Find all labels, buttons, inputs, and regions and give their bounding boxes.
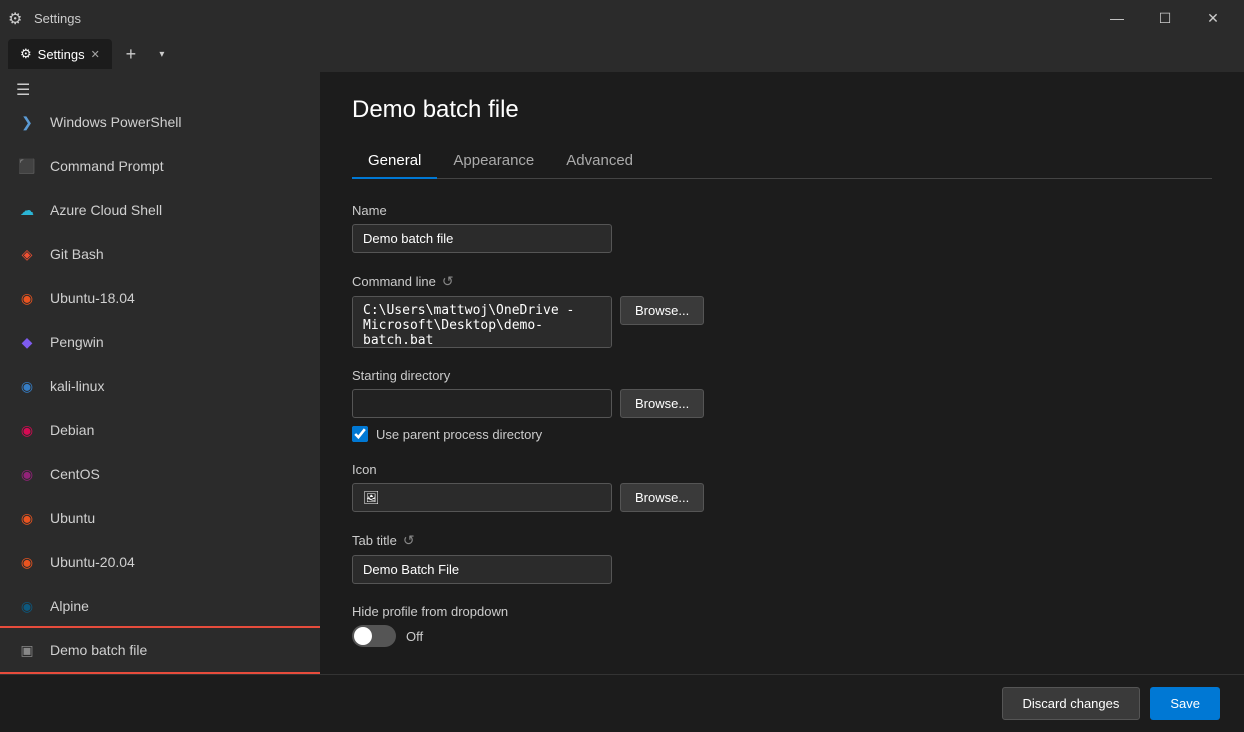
tab-advanced[interactable]: Advanced	[550, 144, 649, 179]
tab-dropdown-button[interactable]: ▾	[150, 39, 174, 69]
hide-profile-group: Hide profile from dropdown Off	[352, 604, 1212, 647]
page-title: Demo batch file	[352, 96, 1212, 124]
sidebar-item-label-ubuntu: Ubuntu	[50, 510, 95, 526]
sidebar-item-powershell[interactable]: ❯ Windows PowerShell	[0, 100, 320, 144]
content-area: Demo batch file General Appearance Advan…	[320, 72, 1244, 674]
demobatch-icon: ▣	[16, 639, 38, 661]
sidebar-item-label-ubuntu20: Ubuntu-20.04	[50, 554, 135, 570]
discard-button[interactable]: Discard changes	[1002, 687, 1141, 720]
tab-general[interactable]: General	[352, 144, 437, 179]
alpine-icon: ◉	[16, 595, 38, 617]
sidebar: ☰ ❯ Windows PowerShell ⬛ Command Prompt ☁ Azu…	[0, 72, 320, 674]
sidebar-item-label-pengwin: Pengwin	[50, 334, 104, 350]
sidebar-item-label-gitbash: Git Bash	[50, 246, 104, 262]
title-bar: ⚙ Settings — ☐ ✕	[0, 0, 1244, 36]
toggle-row: Off	[352, 625, 1212, 647]
name-input[interactable]	[352, 224, 612, 253]
tab-label: Settings	[38, 47, 85, 62]
sidebar-item-label-debian: Debian	[50, 422, 94, 438]
sidebar-item-label-demobatch: Demo batch file	[50, 642, 147, 658]
cmdline-field-group: Command line ↺ C:\Users\mattwoj\OneDrive…	[352, 273, 1212, 348]
sidebar-items: ❯ Windows PowerShell ⬛ Command Prompt ☁ Azure…	[0, 100, 320, 674]
save-button[interactable]: Save	[1150, 687, 1220, 720]
close-button[interactable]: ✕	[1190, 2, 1236, 34]
startdir-input[interactable]	[352, 389, 612, 418]
startdir-label: Starting directory	[352, 368, 1212, 383]
sidebar-item-centos[interactable]: ◉ CentOS	[0, 452, 320, 496]
sidebar-item-ubuntu18[interactable]: ◉ Ubuntu-18.04	[0, 276, 320, 320]
tab-appearance[interactable]: Appearance	[437, 144, 550, 179]
cmd-icon: ⬛	[16, 155, 38, 177]
ubuntu18-icon: ◉	[16, 287, 38, 309]
azure-icon: ☁	[16, 199, 38, 221]
sidebar-item-ubuntu[interactable]: ◉ Ubuntu	[0, 496, 320, 540]
cmdline-input[interactable]: C:\Users\mattwoj\OneDrive - Microsoft\De…	[352, 296, 612, 348]
sidebar-item-gitbash[interactable]: ◈ Git Bash	[0, 232, 320, 276]
use-parent-checkbox[interactable]	[352, 426, 368, 442]
sidebar-item-ubuntu20[interactable]: ◉ Ubuntu-20.04	[0, 540, 320, 584]
ubuntu-icon: ◉	[16, 507, 38, 529]
startdir-browse-button[interactable]: Browse...	[620, 389, 704, 418]
hamburger-button[interactable]: ☰	[0, 80, 320, 100]
title-bar-title: Settings	[34, 11, 1094, 26]
cmdline-row: C:\Users\mattwoj\OneDrive - Microsoft\De…	[352, 296, 1212, 348]
sidebar-item-cmd[interactable]: ⬛ Command Prompt	[0, 144, 320, 188]
use-parent-label: Use parent process directory	[376, 427, 542, 442]
startdir-field-group: Starting directory Browse... Use parent …	[352, 368, 1212, 442]
startdir-row: Browse...	[352, 389, 1212, 418]
toggle-knob	[354, 627, 372, 645]
maximize-button[interactable]: ☐	[1142, 2, 1188, 34]
cmdline-label: Command line ↺	[352, 273, 1212, 290]
sidebar-item-label-cmd: Command Prompt	[50, 158, 164, 174]
name-field-group: Name	[352, 203, 1212, 253]
tabtitle-label: Tab title ↺	[352, 532, 1212, 549]
tab-icon: ⚙	[20, 46, 32, 62]
name-label: Name	[352, 203, 1212, 218]
icon-label: Icon	[352, 462, 1212, 477]
sidebar-item-label-powershell: Windows PowerShell	[50, 114, 182, 130]
title-bar-controls: — ☐ ✕	[1094, 2, 1236, 34]
sidebar-item-label-azure: Azure Cloud Shell	[50, 202, 162, 218]
footer: Discard changes Save	[0, 674, 1244, 732]
toggle-label: Off	[406, 629, 423, 644]
gitbash-icon: ◈	[16, 243, 38, 265]
cmdline-reset-icon[interactable]: ↺	[442, 273, 454, 290]
minimize-button[interactable]: —	[1094, 2, 1140, 34]
sidebar-item-kali[interactable]: ◉ kali-linux	[0, 364, 320, 408]
settings-tab[interactable]: ⚙ Settings ✕	[8, 39, 112, 69]
settings-icon: ⚙	[8, 9, 26, 27]
main-layout: ☰ ❯ Windows PowerShell ⬛ Command Prompt ☁ Azu…	[0, 72, 1244, 674]
centos-icon: ◉	[16, 463, 38, 485]
sidebar-item-demobatch[interactable]: ▣ Demo batch file	[0, 628, 320, 672]
ubuntu20-icon: ◉	[16, 551, 38, 573]
sidebar-item-label-ubuntu18: Ubuntu-18.04	[50, 290, 135, 306]
use-parent-row: Use parent process directory	[352, 426, 1212, 442]
powershell-icon: ❯	[16, 111, 38, 133]
hide-profile-label: Hide profile from dropdown	[352, 604, 1212, 619]
tab-bar: ⚙ Settings ✕ + ▾	[0, 36, 1244, 72]
content-tabs: General Appearance Advanced	[352, 144, 1212, 179]
pengwin-icon: ◆	[16, 331, 38, 353]
sidebar-item-label-centos: CentOS	[50, 466, 100, 482]
icon-row: Browse...	[352, 483, 1212, 512]
kali-icon: ◉	[16, 375, 38, 397]
tab-close-icon[interactable]: ✕	[91, 48, 100, 61]
sidebar-item-debian[interactable]: ◉ Debian	[0, 408, 320, 452]
sidebar-item-alpine[interactable]: ◉ Alpine	[0, 584, 320, 628]
sidebar-item-label-kali: kali-linux	[50, 378, 104, 394]
sidebar-item-azure[interactable]: ☁ Azure Cloud Shell	[0, 188, 320, 232]
cmdline-browse-button[interactable]: Browse...	[620, 296, 704, 325]
tabtitle-field-group: Tab title ↺	[352, 532, 1212, 584]
hide-profile-toggle[interactable]	[352, 625, 396, 647]
icon-input[interactable]	[352, 483, 612, 512]
tabtitle-input[interactable]	[352, 555, 612, 584]
tabtitle-reset-icon[interactable]: ↺	[403, 532, 415, 549]
sidebar-item-pengwin[interactable]: ◆ Pengwin	[0, 320, 320, 364]
debian-icon: ◉	[16, 419, 38, 441]
icon-browse-button[interactable]: Browse...	[620, 483, 704, 512]
icon-field-group: Icon Browse...	[352, 462, 1212, 512]
sidebar-item-label-alpine: Alpine	[50, 598, 89, 614]
tab-add-button[interactable]: +	[116, 39, 146, 69]
